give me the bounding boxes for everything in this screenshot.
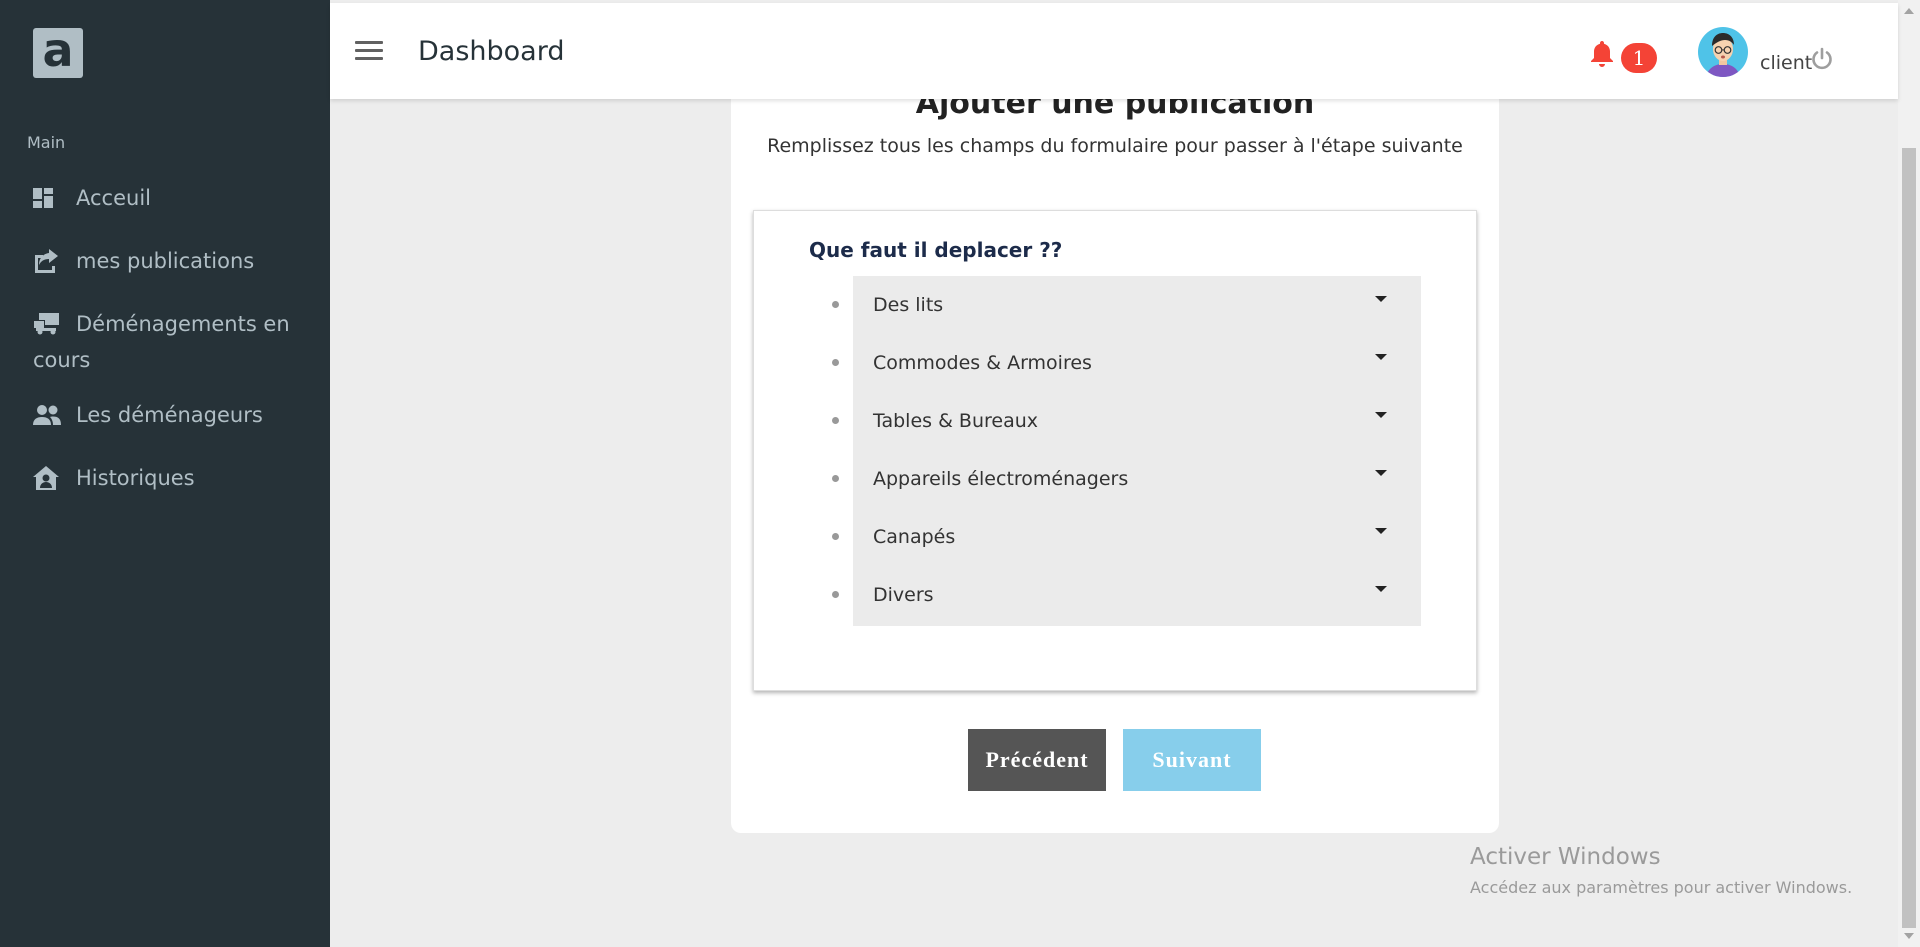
sidebar-item-demenagements-en-cours[interactable]: Déménagements en cours: [0, 306, 330, 378]
share-icon: [33, 243, 61, 279]
options-list: Des lits Commodes & Armoires Tables & Bu…: [832, 276, 1421, 626]
question-label: Que faut il deplacer ??: [809, 238, 1063, 262]
option-canapes[interactable]: Canapés: [832, 508, 1421, 566]
option-label: Des lits: [873, 294, 944, 316]
option-label: Appareils électroménagers: [873, 468, 1129, 490]
option-des-lits[interactable]: Des lits: [832, 276, 1421, 334]
publication-card: Ajouter une publication Remplissez tous …: [731, 60, 1499, 833]
caret-down-icon[interactable]: [1375, 296, 1387, 302]
sidebar-item-label: mes publications: [76, 249, 255, 273]
bullet: [832, 475, 839, 482]
option-label: Divers: [873, 584, 934, 606]
sidebar-item-historiques[interactable]: Historiques: [0, 460, 330, 504]
bullet: [832, 533, 839, 540]
bell-icon[interactable]: [1590, 41, 1614, 67]
scrollbar-thumb[interactable]: [1902, 148, 1916, 928]
option-commodes-armoires[interactable]: Commodes & Armoires: [832, 334, 1421, 392]
user-name[interactable]: client: [1760, 52, 1812, 74]
sidebar-section-label: Main: [27, 133, 66, 152]
caret-down-icon[interactable]: [1375, 586, 1387, 592]
form-box: Que faut il deplacer ?? Des lits Commode…: [753, 210, 1477, 691]
dashboard-icon: [33, 180, 61, 216]
bullet: [832, 359, 839, 366]
caret-down-icon[interactable]: [1375, 528, 1387, 534]
logo-letter: a: [42, 23, 74, 77]
sidebar-item-label: Les déménageurs: [76, 403, 263, 427]
watermark-text: Accédez aux paramètres pour activer Wind…: [1470, 878, 1853, 897]
avatar[interactable]: [1698, 27, 1748, 77]
app-logo[interactable]: a: [33, 23, 83, 78]
option-appareils-electromenagers[interactable]: Appareils électroménagers: [832, 450, 1421, 508]
previous-button[interactable]: Précédent: [968, 729, 1106, 791]
bullet: [832, 591, 839, 598]
option-label: Commodes & Armoires: [873, 352, 1092, 374]
sidebar-item-label: Historiques: [76, 466, 195, 490]
topbar: Dashboard 1 client: [330, 3, 1898, 99]
page-scrollbar[interactable]: [1898, 0, 1920, 947]
sidebar-item-les-demenageurs[interactable]: Les déménageurs: [0, 397, 330, 441]
sidebar-item-acceuil[interactable]: Acceuil: [0, 180, 330, 224]
page-title: Dashboard: [418, 36, 565, 67]
menu-toggle-icon[interactable]: [355, 41, 383, 63]
sidebar-item-mes-publications[interactable]: mes publications: [0, 243, 330, 287]
notification-badge[interactable]: 1: [1621, 43, 1657, 73]
caret-down-icon[interactable]: [1375, 354, 1387, 360]
option-tables-bureaux[interactable]: Tables & Bureaux: [832, 392, 1421, 450]
sidebar: a Main Acceuil mes publications Déménage…: [0, 0, 330, 947]
people-icon: [33, 397, 61, 433]
next-button[interactable]: Suivant: [1123, 729, 1261, 791]
sidebar-item-label: Acceuil: [76, 186, 151, 210]
scroll-up-icon[interactable]: [1904, 8, 1914, 14]
scroll-down-icon[interactable]: [1904, 933, 1914, 939]
caret-down-icon[interactable]: [1375, 412, 1387, 418]
form-subtitle: Remplissez tous les champs du formulaire…: [767, 135, 1463, 157]
option-label: Tables & Bureaux: [873, 410, 1039, 432]
sidebar-item-label: Déménagements en cours: [33, 312, 290, 372]
power-icon[interactable]: [1810, 47, 1834, 71]
option-divers[interactable]: Divers: [832, 566, 1421, 624]
bullet: [832, 301, 839, 308]
bullet: [832, 417, 839, 424]
caret-down-icon[interactable]: [1375, 470, 1387, 476]
truck-icon: [33, 306, 61, 342]
house-user-icon: [33, 460, 61, 496]
windows-activation-watermark: Activer Windows Accédez aux paramètres p…: [1470, 844, 1852, 897]
sidebar-nav: Acceuil mes publications Déménagements e…: [0, 180, 330, 504]
watermark-title: Activer Windows: [1470, 844, 1661, 870]
option-label: Canapés: [873, 526, 956, 548]
